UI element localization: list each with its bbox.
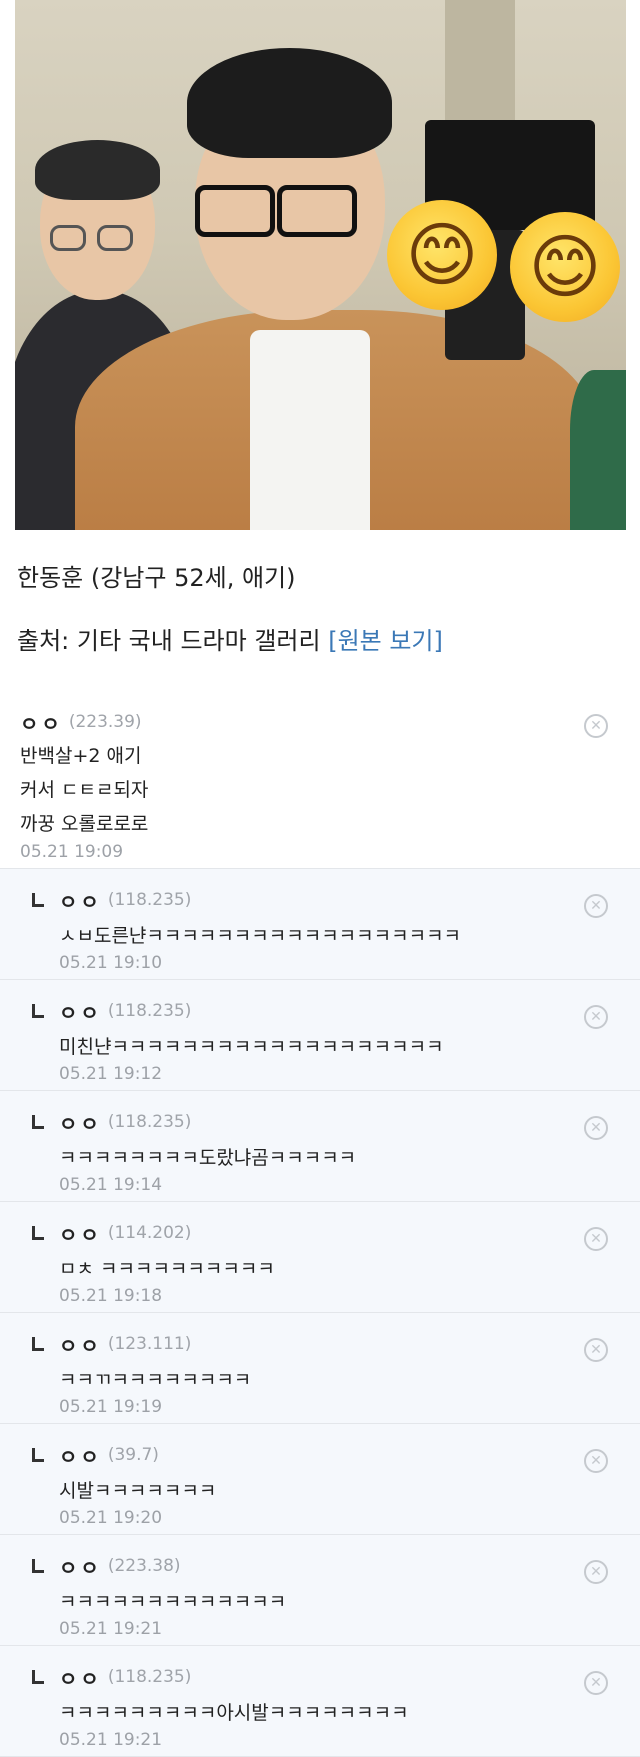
reply-corner-icon [32,1559,44,1573]
white-shirt [250,330,370,530]
reply-comment: ㅇㅇ (123.111) ㅋㅋㄲㅋㅋㅋㅋㅋㅋㅋㅋ 05.21 19:19 ✕ [0,1313,640,1424]
person-main-hair [187,48,392,158]
comment-nickname[interactable]: ㅇㅇ [59,1441,102,1470]
source-label: 출처: 기타 국내 드라마 갤러리 [17,627,329,655]
comment-ip: (223.39) [68,712,142,732]
comment-ip: (118.235) [107,1112,192,1132]
comment-line: 까꿍 오롤로로로 [20,813,149,835]
reply-comment: ㅇㅇ (118.235) ㅅㅂ도른냔ㅋㅋㅋㅋㅋㅋㅋㅋㅋㅋㅋㅋㅋㅋㅋㅋㅋㅋ 05.… [0,869,640,980]
reply-comment: ㅇㅇ (118.235) ㅋㅋㅋㅋㅋㅋㅋㅋㅋ아시발ㅋㅋㅋㅋㅋㅋㅋㅋ 05.21 … [0,1646,640,1757]
reply-comment: ㅇㅇ (118.235) 미친냔ㅋㅋㅋㅋㅋㅋㅋㅋㅋㅋㅋㅋㅋㅋㅋㅋㅋㅋㅋ 05.2… [0,980,640,1091]
comment-ip: (39.7) [107,1445,159,1465]
comment-body: ㅋㅋㅋㅋㅋㅋㅋㅋㅋㅋㅋㅋㅋ [59,1591,287,1613]
comment-header: ㅇㅇ (39.7) [32,1441,640,1470]
reply-comment: ㅇㅇ (223.38) ㅋㅋㅋㅋㅋㅋㅋㅋㅋㅋㅋㅋㅋ 05.21 19:21 ✕ [0,1535,640,1646]
comment-nickname[interactable]: ㅇㅇ [59,1330,102,1359]
comment-header: ㅇㅇ (223.39) [20,708,640,737]
reply-corner-icon [32,1670,44,1684]
comment-body: 미친냔ㅋㅋㅋㅋㅋㅋㅋㅋㅋㅋㅋㅋㅋㅋㅋㅋㅋㅋㅋ [59,1036,444,1058]
comment-ip: (114.202) [107,1223,192,1243]
smiley-emoji-icon: 😊 [387,200,497,310]
comment-header: ㅇㅇ (118.235) [32,997,640,1026]
comment-nickname[interactable]: ㅇㅇ [59,886,102,915]
delete-comment-icon[interactable]: ✕ [584,894,608,918]
comment-date: 05.21 19:10 [59,953,163,973]
comment-ip: (118.235) [107,1001,192,1021]
comment-ip: (118.235) [107,890,192,910]
comment-body: ㅅㅂ도른냔ㅋㅋㅋㅋㅋㅋㅋㅋㅋㅋㅋㅋㅋㅋㅋㅋㅋㅋ [59,925,462,947]
comment-date: 05.21 19:14 [59,1175,163,1195]
comment-date: 05.21 19:19 [59,1397,163,1417]
comment-date: 05.21 19:12 [59,1064,163,1084]
comment-body: 시발ㅋㅋㅋㅋㅋㅋㅋ [59,1480,217,1502]
reply-corner-icon [32,1337,44,1351]
comment-nickname[interactable]: ㅇㅇ [20,708,63,737]
delete-comment-icon[interactable]: ✕ [584,1449,608,1473]
delete-comment-icon[interactable]: ✕ [584,1227,608,1251]
comment-header: ㅇㅇ (123.111) [32,1330,640,1359]
reply-corner-icon [32,1226,44,1240]
comment-body: ㅋㅋㅋㅋㅋㅋㅋㅋㅋ아시발ㅋㅋㅋㅋㅋㅋㅋㅋ [59,1702,409,1724]
person-left-glasses [50,225,86,251]
comment-ip: (118.235) [107,1667,192,1687]
view-original-link[interactable]: [원본 보기] [328,627,443,655]
comment-nickname[interactable]: ㅇㅇ [59,1108,102,1137]
comment-date: 05.21 19:18 [59,1286,163,1306]
comment-body: ㅁㅊ ㅋㅋㅋㅋㅋㅋㅋㅋㅋㅋ [59,1258,275,1280]
comment-date: 05.21 19:20 [59,1508,163,1528]
delete-comment-icon[interactable]: ✕ [584,1005,608,1029]
emoji-glyph: 😊 [405,214,479,296]
person-right-green [570,370,626,530]
comment-header: ㅇㅇ (118.235) [32,886,640,915]
reply-comment: ㅇㅇ (118.235) ㅋㅋㅋㅋㅋㅋㅋㅋ도랐냐곰ㅋㅋㅋㅋㅋ 05.21 19:… [0,1091,640,1202]
comment-header: ㅇㅇ (114.202) [32,1219,640,1248]
comment-nickname[interactable]: ㅇㅇ [59,1219,102,1248]
person-left-hair [35,140,160,200]
article-photo: 😊 😊 [15,0,626,530]
comment-ip: (223.38) [107,1556,181,1576]
comment-header: ㅇㅇ (223.38) [32,1552,640,1581]
comment-nickname[interactable]: ㅇㅇ [59,1663,102,1692]
comment-date: 05.21 19:21 [59,1619,163,1639]
comment-header: ㅇㅇ (118.235) [32,1108,640,1137]
comment: ㅇㅇ (223.39) 반백살+2 애기 커서 ㄷㅌㄹ되자 까꿍 오롤로로로 0… [0,688,640,869]
smiley-emoji-icon: 😊 [510,212,620,322]
reply-corner-icon [32,1448,44,1462]
comment-body: 반백살+2 애기 커서 ㄷㅌㄹ되자 까꿍 오롤로로로 [20,739,640,841]
person-main-glasses [195,185,275,237]
comment-line: 반백살+2 애기 [20,745,142,767]
person-left-glasses [97,225,133,251]
reply-corner-icon [32,893,44,907]
delete-comment-icon[interactable]: ✕ [584,1338,608,1362]
delete-comment-icon[interactable]: ✕ [584,1671,608,1695]
delete-comment-icon[interactable]: ✕ [584,714,608,738]
reply-corner-icon [32,1004,44,1018]
reply-corner-icon [32,1115,44,1129]
comment-nickname[interactable]: ㅇㅇ [59,1552,102,1581]
comment-list: ㅇㅇ (223.39) 반백살+2 애기 커서 ㄷㅌㄹ되자 까꿍 오롤로로로 0… [0,688,640,1757]
delete-comment-icon[interactable]: ✕ [584,1560,608,1584]
reply-comment: ㅇㅇ (39.7) 시발ㅋㅋㅋㅋㅋㅋㅋ 05.21 19:20 ✕ [0,1424,640,1535]
emoji-glyph: 😊 [528,226,602,308]
reply-comment: ㅇㅇ (114.202) ㅁㅊ ㅋㅋㅋㅋㅋㅋㅋㅋㅋㅋ 05.21 19:18 ✕ [0,1202,640,1313]
photo-caption: 한동훈 (강남구 52세, 애기) [17,564,296,592]
comment-line: 커서 ㄷㅌㄹ되자 [20,779,149,801]
comment-date: 05.21 19:09 [20,842,124,862]
comment-nickname[interactable]: ㅇㅇ [59,997,102,1026]
person-main-glasses [277,185,357,237]
delete-comment-icon[interactable]: ✕ [584,1116,608,1140]
comment-header: ㅇㅇ (118.235) [32,1663,640,1692]
comment-body: ㅋㅋㄲㅋㅋㅋㅋㅋㅋㅋㅋ [59,1369,252,1391]
comment-ip: (123.111) [107,1334,192,1354]
comment-body: ㅋㅋㅋㅋㅋㅋㅋㅋ도랐냐곰ㅋㅋㅋㅋㅋ [59,1147,357,1169]
source-line: 출처: 기타 국내 드라마 갤러리 [원본 보기] [17,621,443,656]
comment-date: 05.21 19:21 [59,1730,163,1750]
